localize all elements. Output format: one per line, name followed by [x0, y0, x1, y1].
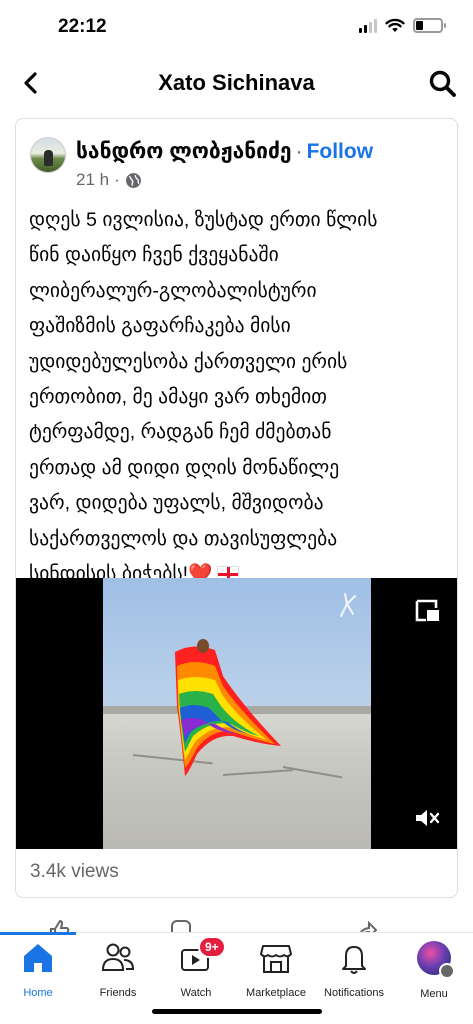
post-text-line: უდიდებულესობა ქართველი ერის: [29, 350, 348, 373]
post-text-line: საქართველოს და თავისუფლება: [29, 527, 338, 550]
nav-bar: Xato Sichinava: [0, 58, 473, 108]
bell-icon: [342, 946, 366, 974]
post-time[interactable]: 21 h: [76, 170, 109, 190]
tab-watch[interactable]: 9+ Watch: [164, 936, 228, 999]
author-name[interactable]: სანდრო ლობჟანიძე: [76, 140, 292, 163]
follow-button[interactable]: Follow: [307, 140, 374, 163]
tab-label: Home: [23, 987, 53, 999]
tab-marketplace[interactable]: Marketplace: [240, 940, 312, 999]
post-text-line: ვარ, დიდება უფალს, მშვიდობა: [29, 492, 324, 515]
status-icons: [359, 18, 446, 33]
post-header: სანდრო ლობჟანიძე · Follow: [76, 139, 373, 164]
mute-icon[interactable]: [414, 807, 440, 829]
tab-label: Marketplace: [246, 987, 306, 999]
post-text-line: წინ დაიწყო ჩვენ ქვეყანაში: [29, 244, 279, 267]
post-text-line: ერთად ამ დიდი დღის მონაწილე: [29, 456, 340, 479]
bottom-tab-bar: Home Friends 9+ Watch Marketplace Notifi…: [0, 932, 473, 1024]
video-frame[interactable]: [103, 578, 371, 849]
tab-label: Notifications: [324, 987, 384, 999]
status-bar: 22:12: [0, 0, 473, 56]
menu-avatar: [417, 941, 455, 979]
home-indicator: [152, 1009, 322, 1014]
post-meta: 21 h ·: [76, 170, 142, 190]
post-actions-peek: [0, 917, 473, 933]
watermark-icon: [340, 593, 356, 617]
tab-label: Friends: [99, 987, 137, 999]
meta-separator: ·: [114, 170, 120, 189]
post-text-line: ერთობით, მე ამაყი ვარ თხემით: [29, 386, 327, 409]
status-time: 22:12: [58, 16, 107, 37]
friends-icon: [101, 943, 135, 971]
tab-label: Menu: [420, 988, 448, 1000]
cellular-signal-icon: [359, 18, 377, 33]
picture-in-picture-icon[interactable]: [414, 598, 442, 624]
tab-home[interactable]: Home: [6, 940, 70, 999]
post-text-line: დღეს 5 ივლისია, ზუსტად ერთი წლის: [29, 209, 378, 231]
post-text-line: ფაშიზმის გაფარჩაკება მისი: [29, 315, 291, 338]
marketplace-icon: [260, 945, 292, 973]
view-count: 3.4k views: [30, 861, 119, 882]
tab-label: Watch: [180, 987, 212, 999]
author-avatar[interactable]: [30, 137, 66, 173]
wifi-icon: [385, 18, 405, 32]
post-text: დღეს 5 ივლისია, ზუსტად ერთი წლის წინ დაი…: [29, 203, 454, 592]
post-text-line: ლიბერალურ-გლობალისტური: [29, 279, 317, 302]
share-icon[interactable]: [355, 919, 377, 933]
home-icon: [24, 944, 52, 972]
tab-notifications[interactable]: Notifications: [318, 940, 390, 999]
rainbow-flag-image: [175, 639, 281, 776]
like-icon[interactable]: [48, 919, 70, 933]
post-text-line: ტერფამდე, რადგან ჩემ ძმებთან: [29, 421, 332, 444]
post-card: სანდრო ლობჟანიძე · Follow 21 h · დღეს 5 ივ…: [15, 118, 458, 898]
tab-friends[interactable]: Friends: [86, 940, 150, 999]
notification-badge: 9+: [198, 936, 226, 958]
tab-menu[interactable]: Menu: [402, 940, 466, 1000]
separator-dot: ·: [295, 140, 303, 163]
globe-icon: [125, 172, 141, 188]
video-player[interactable]: [16, 578, 457, 849]
comment-icon[interactable]: [170, 919, 192, 933]
battery-icon: [413, 18, 446, 33]
active-tab-indicator: [0, 932, 76, 935]
page-title: Xato Sichinava: [158, 70, 315, 95]
search-icon[interactable]: [427, 68, 459, 100]
